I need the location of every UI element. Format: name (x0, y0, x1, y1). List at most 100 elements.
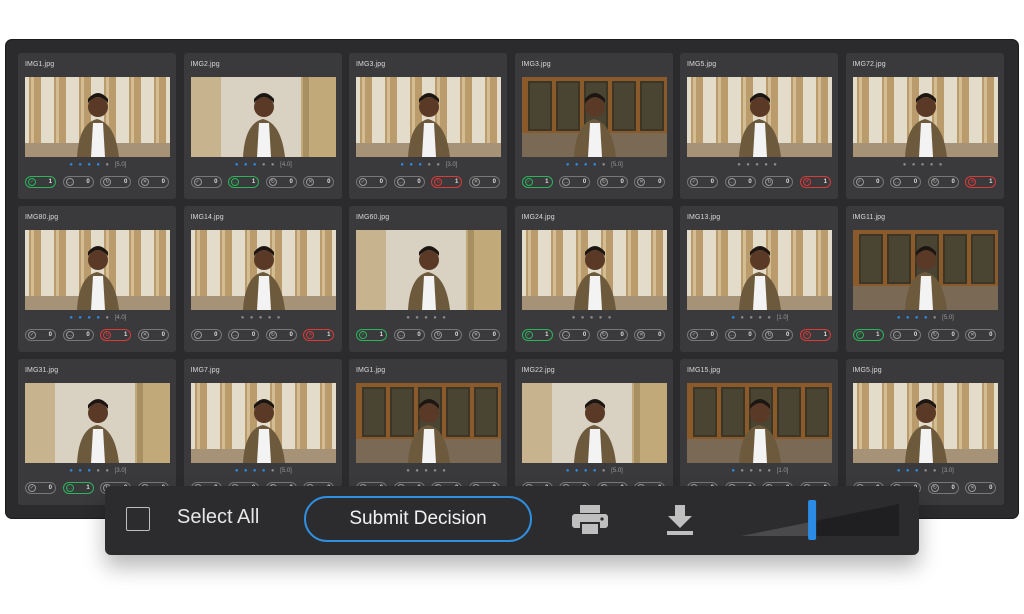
star-icon[interactable]: ● (68, 162, 77, 168)
comment-button[interactable]: … 1 (228, 176, 260, 188)
star-icon[interactable]: ● (408, 162, 417, 168)
photo-card[interactable]: IMG5.jpg ● ● ● ● ● ✓ 0… 0 ↻ 0 ✕ 1 (680, 53, 838, 199)
star-icon[interactable]: ● (904, 468, 913, 474)
reject-button[interactable]: ✕0 (137, 176, 169, 188)
star-icon[interactable]: ● (745, 162, 754, 168)
zoom-slider-thumb[interactable] (808, 500, 817, 540)
approve-button[interactable]: ✓0 (852, 176, 884, 188)
comment-button[interactable]: …0 (724, 329, 756, 341)
photo-thumbnail[interactable] (356, 77, 501, 157)
select-all-checkbox[interactable] (126, 507, 150, 531)
star-icon[interactable]: ● (248, 315, 257, 321)
star-icon[interactable]: ● (757, 468, 766, 474)
comment-button[interactable]: …0 (62, 176, 94, 188)
star-icon[interactable]: ● (573, 162, 582, 168)
star-icon[interactable]: ● (257, 315, 266, 321)
star-icon[interactable]: ● (763, 162, 772, 168)
reject-button[interactable]: ✕ 1 (303, 329, 335, 341)
star-icon[interactable]: ● (748, 468, 757, 474)
star-icon[interactable]: ● (582, 162, 591, 168)
star-icon[interactable]: ● (242, 162, 251, 168)
star-icon[interactable]: ● (588, 315, 597, 321)
rotate-button[interactable]: ↻0 (265, 176, 297, 188)
star-rating[interactable]: ● ● ● ● ● [4.0] (18, 315, 176, 325)
download-icon[interactable] (664, 504, 696, 536)
star-icon[interactable]: ● (95, 315, 104, 321)
photo-thumbnail[interactable] (687, 230, 832, 310)
star-icon[interactable]: ● (251, 468, 260, 474)
star-icon[interactable]: ● (399, 162, 408, 168)
star-rating[interactable]: ● ● ● ● ● [3.0] (18, 468, 176, 478)
reject-button[interactable]: ✕ 1 (799, 176, 831, 188)
star-rating[interactable]: ● ● ● ● ● [5.0] (184, 468, 342, 478)
comment-button[interactable]: … 1 (62, 482, 94, 494)
photo-thumbnail[interactable] (852, 77, 998, 157)
print-icon[interactable] (571, 504, 609, 536)
star-icon[interactable]: ● (919, 162, 928, 168)
star-icon[interactable]: ● (432, 315, 441, 321)
photo-card[interactable]: IMG72.jpg ● ● ● ● ● ✓ 0… 0 ↻ 0 ✕ 1 (845, 53, 1004, 199)
star-icon[interactable]: ● (104, 162, 113, 168)
star-icon[interactable]: ● (928, 162, 937, 168)
star-rating[interactable]: ● ● ● ● ● (515, 315, 673, 325)
approve-button[interactable]: ✓ 1 (852, 329, 884, 341)
star-icon[interactable]: ● (739, 468, 748, 474)
photo-card[interactable]: IMG13.jpg ● ● ● ● ● [1.0] ✓ 0… 0 ↻ 0 ✕ 1 (680, 206, 838, 352)
photo-thumbnail[interactable] (190, 230, 336, 310)
star-icon[interactable]: ● (77, 468, 86, 474)
star-icon[interactable]: ● (766, 315, 775, 321)
photo-thumbnail[interactable] (687, 383, 832, 463)
star-icon[interactable]: ● (86, 162, 95, 168)
star-icon[interactable]: ● (86, 315, 95, 321)
photo-thumbnail[interactable] (190, 77, 336, 157)
comment-button[interactable]: …0 (559, 329, 591, 341)
star-rating[interactable]: ● ● ● ● ● (846, 162, 1004, 172)
star-icon[interactable]: ● (68, 468, 77, 474)
star-rating[interactable]: ● ● ● ● ● [5.0] (846, 315, 1004, 325)
photo-card[interactable]: IMG15.jpg●●●●●[1.0]✓0…0↻0✕0 (680, 359, 838, 505)
comment-button[interactable]: …0 (890, 329, 922, 341)
photo-card[interactable]: IMG3.jpg ● ● ● ● ● [5.0] ✓ 1… 0 ↻ 0 ✕ 0 (514, 53, 673, 199)
star-icon[interactable]: ● (441, 468, 450, 474)
star-icon[interactable]: ● (251, 162, 260, 168)
star-icon[interactable]: ● (591, 162, 600, 168)
star-icon[interactable]: ● (426, 162, 435, 168)
star-icon[interactable]: ● (913, 315, 922, 321)
star-icon[interactable]: ● (260, 162, 269, 168)
rotate-button[interactable]: ↻0 (762, 329, 794, 341)
reject-button[interactable]: ✕0 (634, 329, 666, 341)
photo-card[interactable]: IMG31.jpg●●●●●[3.0]✓0…1↻0✕0 (18, 359, 176, 505)
star-icon[interactable]: ● (77, 162, 86, 168)
select-all-label[interactable]: Select All (177, 506, 259, 529)
comment-button[interactable]: …0 (62, 329, 94, 341)
photo-thumbnail[interactable] (25, 230, 170, 310)
star-icon[interactable]: ● (901, 162, 910, 168)
photo-card[interactable]: IMG2.jpg ● ● ● ● ● [4.0] ✓ 0… 1 ↻ 0 ✕ 0 (183, 53, 342, 199)
rotate-button[interactable]: ↻0 (596, 329, 628, 341)
star-icon[interactable]: ● (754, 162, 763, 168)
approve-button[interactable]: ✓0 (687, 176, 718, 188)
photo-card[interactable]: IMG7.jpg●●●●●[5.0]✓0…0↻0✕0 (183, 359, 342, 505)
rotate-button[interactable]: ↻0 (431, 329, 463, 341)
photo-card[interactable]: IMG5.jpg●●●●●[3.0]✓0…0↻0✕0 (845, 359, 1004, 505)
star-icon[interactable]: ● (579, 315, 588, 321)
star-icon[interactable]: ● (269, 162, 278, 168)
photo-thumbnail[interactable] (852, 230, 998, 310)
star-icon[interactable]: ● (435, 162, 444, 168)
star-icon[interactable]: ● (913, 468, 922, 474)
comment-button[interactable]: …0 (724, 176, 756, 188)
star-icon[interactable]: ● (772, 162, 781, 168)
rotate-button[interactable]: ↻0 (927, 482, 959, 494)
approve-button[interactable]: ✓ 1 (521, 329, 553, 341)
comment-button[interactable]: …0 (393, 329, 425, 341)
star-icon[interactable]: ● (432, 468, 441, 474)
reject-button[interactable]: ✕ 1 (965, 176, 997, 188)
photo-thumbnail[interactable] (190, 383, 336, 463)
rotate-button[interactable]: ↻0 (927, 329, 959, 341)
photo-card[interactable]: IMG1.jpg ● ● ● ● ● [5.0] ✓ 1… 0 ↻ 0 ✕ 0 (18, 53, 176, 199)
comment-button[interactable]: …0 (559, 176, 591, 188)
star-icon[interactable]: ● (414, 315, 423, 321)
photo-card[interactable]: IMG60.jpg ● ● ● ● ● ✓ 1… 0 ↻ 0 ✕ 0 (349, 206, 507, 352)
photo-thumbnail[interactable] (687, 77, 832, 157)
star-icon[interactable]: ● (405, 468, 414, 474)
